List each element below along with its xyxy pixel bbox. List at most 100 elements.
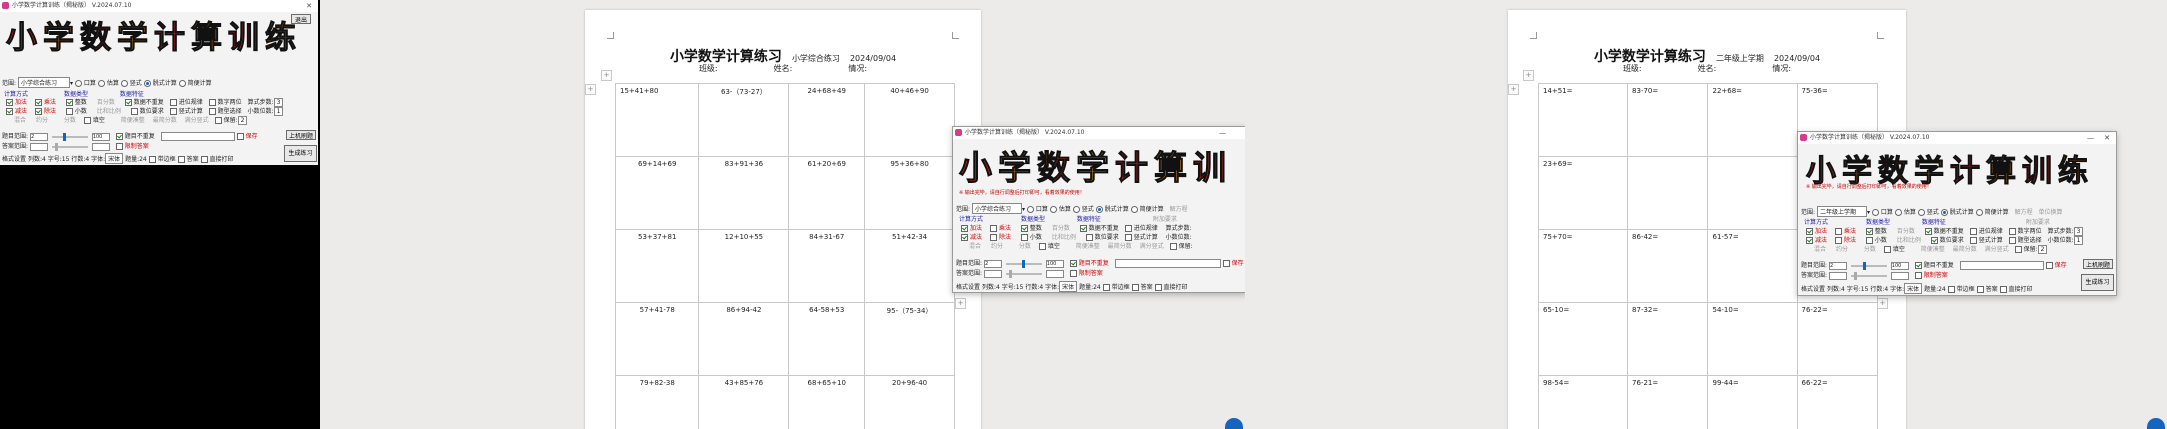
answer-max-input[interactable] — [1045, 269, 1064, 278]
checkbox-feat[interactable] — [1969, 228, 1977, 235]
mode-radio[interactable] — [1130, 206, 1138, 213]
problem-cell[interactable]: 24+68+49 — [788, 83, 866, 157]
mode-radio[interactable] — [1049, 206, 1057, 213]
problem-cell[interactable] — [1627, 156, 1709, 230]
checkbox-fill[interactable] — [1883, 246, 1891, 253]
range-min-input[interactable]: 2 — [983, 259, 1002, 268]
mode-radio[interactable] — [1072, 206, 1080, 213]
checkbox-no-dup[interactable] — [115, 133, 123, 140]
checkbox-limit[interactable] — [1914, 272, 1922, 279]
minimize-icon[interactable]: — — [1219, 127, 1226, 139]
range-select[interactable]: 小学综合练习 — [971, 203, 1022, 214]
checkbox-feat[interactable] — [208, 108, 216, 115]
mode-radio[interactable] — [120, 80, 128, 87]
answer-max-input[interactable] — [1890, 271, 1909, 280]
problem-cell[interactable]: 84+31-67 — [788, 229, 866, 303]
checkbox-feat[interactable] — [169, 108, 177, 115]
app-window-left[interactable]: 小学数学计算训练（揭秘版） V.2024.07.10 ✕ 小 学 数 学 计 算 … — [0, 0, 318, 165]
answer-min-input[interactable] — [1828, 271, 1847, 280]
checkbox-dec[interactable] — [1865, 237, 1873, 244]
checkbox-print[interactable] — [1154, 284, 1162, 291]
checkbox-feat[interactable] — [130, 108, 138, 115]
checkbox-dec[interactable] — [65, 108, 73, 115]
range-slider[interactable] — [51, 132, 88, 141]
checkbox-sub[interactable] — [1806, 237, 1813, 244]
problem-cell[interactable]: 76-22= — [1796, 302, 1879, 376]
checkbox-print[interactable] — [200, 156, 208, 163]
mode-radio[interactable] — [1917, 209, 1925, 216]
checkbox-dec[interactable] — [1020, 234, 1028, 241]
checkbox-add[interactable] — [961, 225, 968, 232]
checkbox-int[interactable] — [1865, 228, 1873, 235]
mode-radio[interactable] — [1871, 209, 1879, 216]
window-titlebar[interactable]: 小学数学计算训练（揭秘版） V.2024.07.10— — [953, 127, 1245, 139]
checkbox-keep[interactable] — [1169, 243, 1177, 250]
checkbox-feat[interactable] — [2008, 228, 2016, 235]
chevron-down-icon[interactable]: ▾ — [1022, 206, 1025, 213]
checkbox-add[interactable] — [1806, 228, 1813, 235]
problem-cell[interactable]: 79+82-38 — [614, 375, 700, 429]
checkbox-mul[interactable] — [34, 99, 42, 106]
answer-min-input[interactable] — [983, 269, 1002, 278]
problem-cell[interactable]: 61-57= — [1707, 229, 1798, 303]
checkbox-border[interactable] — [1102, 284, 1110, 291]
slider-handle[interactable] — [1854, 271, 1858, 280]
problem-cell[interactable]: 15+41+80 — [614, 83, 700, 157]
problem-cell[interactable]: 20+96-40 — [864, 375, 955, 429]
checkbox-save[interactable] — [2045, 262, 2053, 269]
checkbox-feat[interactable] — [2008, 237, 2016, 244]
problem-cell[interactable]: 99-44= — [1707, 375, 1798, 429]
checkbox-int[interactable] — [1020, 225, 1028, 232]
checkbox-feat[interactable] — [124, 99, 132, 106]
checkbox-feat[interactable] — [1124, 234, 1132, 241]
mode-radio[interactable] — [178, 80, 186, 87]
add-above-icon[interactable]: + — [1523, 70, 1534, 81]
generate-button[interactable]: 生成练习 — [2081, 274, 2114, 291]
problem-cell[interactable]: 87-32= — [1627, 302, 1709, 376]
assistant-icon[interactable] — [2147, 418, 2165, 429]
mode-radio[interactable] — [143, 80, 151, 87]
add-below-icon[interactable]: + — [1877, 298, 1888, 309]
problem-cell[interactable] — [1707, 156, 1798, 230]
chevron-down-icon[interactable]: ▾ — [70, 80, 73, 87]
problem-cell[interactable]: 83-70= — [1627, 83, 1709, 157]
problem-cell[interactable]: 65-10= — [1537, 302, 1629, 376]
chevron-down-icon[interactable]: ▾ — [1867, 209, 1870, 216]
checkbox-fill[interactable] — [83, 117, 91, 124]
range-min-input[interactable]: 2 — [1828, 261, 1847, 270]
problem-cell[interactable]: 61+20+69 — [788, 156, 866, 230]
problem-cell[interactable]: 22+68= — [1707, 83, 1798, 157]
app-window-right[interactable]: 小学数学计算训练（揭秘版） V.2024.07.10— ✕ 小 学 数 学 计 算… — [1797, 131, 2117, 296]
mode-radio[interactable] — [1026, 206, 1034, 213]
checkbox-sub[interactable] — [961, 234, 968, 241]
slider-handle[interactable] — [55, 142, 59, 151]
mode-radio[interactable] — [97, 80, 105, 87]
checkbox-div[interactable] — [989, 234, 997, 241]
problem-cell[interactable]: 14+51= — [1537, 83, 1629, 157]
problem-cell[interactable]: 75+70= — [1537, 229, 1629, 303]
slider-handle[interactable] — [1022, 259, 1026, 268]
range-max-input[interactable]: 100 — [91, 132, 110, 141]
mode-radio[interactable] — [1975, 209, 1983, 216]
minimize-icon[interactable]: — — [2087, 132, 2094, 144]
problem-cell[interactable]: 53+37+81 — [614, 229, 700, 303]
checkbox-feat[interactable] — [1924, 228, 1932, 235]
checkbox-print[interactable] — [1999, 286, 2007, 293]
problem-cell[interactable]: 43+85+76 — [698, 375, 790, 429]
mode-radio[interactable] — [1894, 209, 1902, 216]
extra-select[interactable] — [1114, 259, 1221, 268]
window-titlebar[interactable]: 小学数学计算训练（揭秘版） V.2024.07.10 ✕ — [0, 0, 318, 12]
close-icon[interactable]: ✕ — [2104, 132, 2110, 144]
checkbox-no-dup[interactable] — [1069, 260, 1077, 267]
checkbox-limit[interactable] — [1069, 270, 1077, 277]
checkbox-feat[interactable] — [1930, 237, 1938, 244]
problem-cell[interactable]: 54-10= — [1707, 302, 1798, 376]
checkbox-feat[interactable] — [1079, 225, 1087, 232]
checkbox-feat[interactable] — [208, 99, 216, 106]
add-above-icon[interactable]: + — [601, 70, 612, 81]
range-slider[interactable] — [1005, 259, 1042, 268]
checkbox-answer[interactable] — [1976, 286, 1984, 293]
checkbox-answer[interactable] — [177, 156, 185, 163]
checkbox-int[interactable] — [65, 99, 73, 106]
checkbox-feat[interactable] — [1124, 225, 1132, 232]
